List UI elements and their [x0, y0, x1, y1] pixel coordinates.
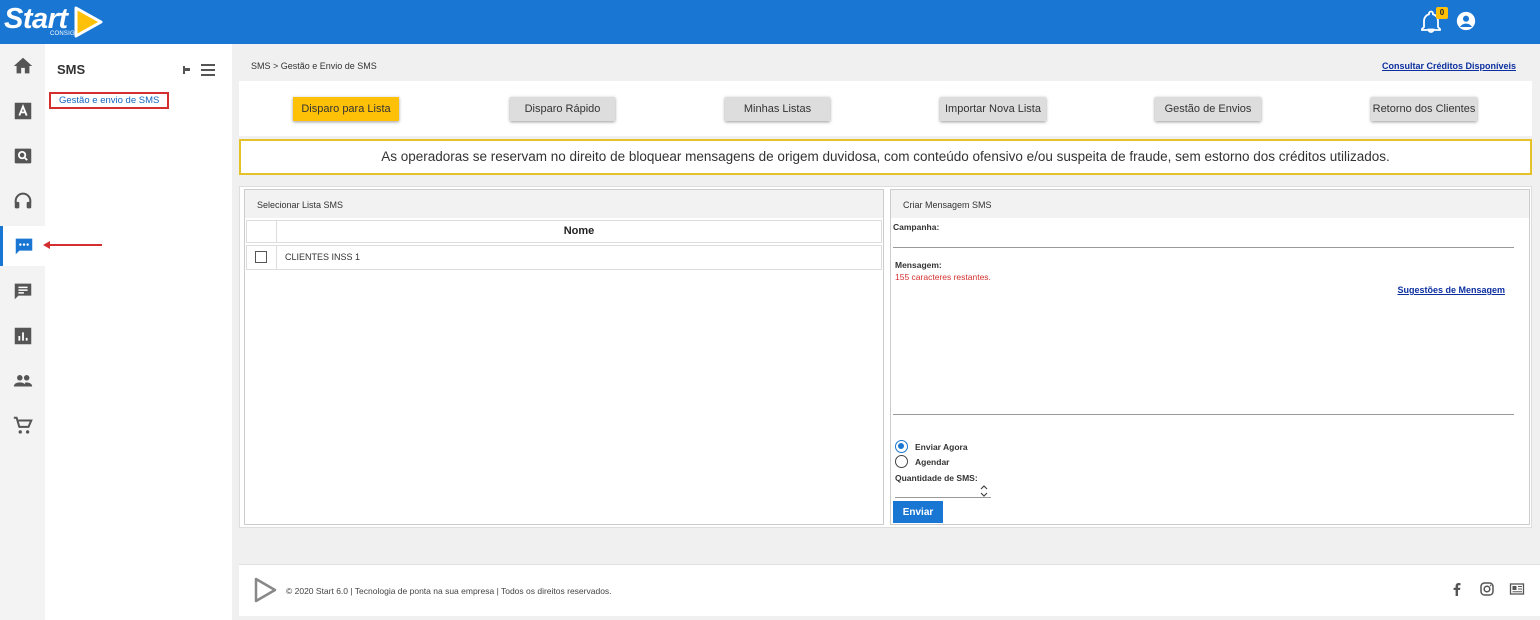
- main-content: SMS > Gestão e Envio de SMS Consultar Cr…: [232, 44, 1540, 620]
- rail-support[interactable]: [0, 181, 45, 221]
- warning-banner: As operadoras se reservam no direito de …: [239, 139, 1532, 175]
- logo-subtitle: CONSIG: [50, 31, 75, 37]
- cart-icon: [13, 416, 33, 434]
- message-icon: [14, 283, 31, 300]
- select-list-title: Selecionar Lista SMS: [245, 190, 883, 218]
- notification-badge: 0: [1436, 7, 1448, 19]
- sidebar-item-sms-management[interactable]: Gestão e envio de SMS: [49, 92, 170, 109]
- pin-icon[interactable]: [180, 64, 192, 76]
- start-logo[interactable]: Start CONSIG: [4, 2, 104, 42]
- sms-quantity-label: Quantidade de SMS:: [895, 473, 978, 483]
- chat-dots-icon: [15, 238, 33, 255]
- people-icon: [13, 375, 32, 387]
- search-icon: [14, 148, 31, 164]
- message-underline: [893, 414, 1514, 415]
- row-checkbox[interactable]: [255, 251, 267, 263]
- create-message-title: Criar Mensagem SMS: [891, 190, 1529, 218]
- message-label: Mensagem:: [895, 260, 942, 270]
- panels-container: Selecionar Lista SMS Nome CLIENTES INSS …: [239, 186, 1532, 528]
- message-textarea[interactable]: [893, 282, 1514, 413]
- rail-search[interactable]: [0, 136, 45, 176]
- select-list-panel: Selecionar Lista SMS Nome CLIENTES INSS …: [244, 189, 884, 525]
- rail-sms[interactable]: [0, 226, 45, 266]
- rail-home[interactable]: [0, 46, 45, 86]
- campaign-label: Campanha:: [893, 222, 940, 232]
- breadcrumb: SMS > Gestão e Envio de SMS: [251, 61, 377, 71]
- user-account-icon[interactable]: [1455, 10, 1477, 32]
- headset-icon: [14, 192, 31, 209]
- tab-disparo-para-lista[interactable]: Disparo para Lista: [293, 97, 399, 121]
- create-message-panel: Criar Mensagem SMS Campanha: Mensagem: 1…: [890, 189, 1530, 525]
- check-credits-link[interactable]: Consultar Créditos Disponíveis: [1382, 61, 1516, 71]
- send-now-radio[interactable]: [895, 440, 908, 453]
- top-bar: Start CONSIG 0: [0, 0, 1540, 44]
- font-icon: [14, 102, 31, 120]
- tab-disparo-rapido[interactable]: Disparo Rápido: [510, 97, 615, 121]
- chart-icon: [14, 327, 31, 345]
- header-checkbox-column: [247, 221, 277, 242]
- icon-rail: [0, 44, 45, 620]
- sms-quantity-input[interactable]: [895, 497, 991, 498]
- footer-logo-icon: [254, 577, 277, 603]
- rail-reports[interactable]: [0, 316, 45, 356]
- news-icon[interactable]: [1509, 581, 1525, 597]
- rail-people[interactable]: [0, 361, 45, 401]
- row-name: CLIENTES INSS 1: [285, 252, 361, 262]
- tab-gestao-de-envios[interactable]: Gestão de Envios: [1155, 97, 1261, 121]
- rail-font[interactable]: [0, 91, 45, 131]
- column-header-name[interactable]: Nome: [277, 221, 881, 242]
- table-row[interactable]: CLIENTES INSS 1: [246, 245, 882, 270]
- hamburger-menu-icon[interactable]: [200, 63, 216, 77]
- instagram-icon[interactable]: [1479, 581, 1495, 597]
- campaign-input[interactable]: [893, 247, 1514, 248]
- list-table-header: Nome: [246, 220, 882, 243]
- schedule-radio[interactable]: [895, 455, 908, 468]
- footer-copyright: © 2020 Start 6.0 | Tecnologia de ponta n…: [286, 586, 612, 596]
- tab-importar-nova-lista[interactable]: Importar Nova Lista: [940, 97, 1046, 121]
- send-button[interactable]: Enviar: [893, 501, 943, 523]
- tabs-bar: Disparo para Lista Disparo Rápido Minhas…: [239, 81, 1532, 136]
- tab-minhas-listas[interactable]: Minhas Listas: [725, 97, 830, 121]
- facebook-icon[interactable]: [1449, 581, 1465, 597]
- rail-messages[interactable]: [0, 271, 45, 311]
- chars-remaining: 155 caracteres restantes.: [895, 272, 991, 282]
- schedule-label: Agendar: [915, 457, 950, 467]
- footer: © 2020 Start 6.0 | Tecnologia de ponta n…: [239, 564, 1540, 616]
- rail-cart[interactable]: [0, 406, 45, 446]
- red-arrow-annotation: [43, 241, 102, 249]
- quantity-stepper-icon[interactable]: [979, 484, 989, 498]
- send-now-label: Enviar Agora: [915, 442, 968, 452]
- row-checkbox-cell: [247, 246, 277, 269]
- tab-retorno-dos-clientes[interactable]: Retorno dos Clientes: [1371, 97, 1477, 121]
- sidebar-title: SMS: [57, 62, 86, 77]
- breadcrumb-bar: SMS > Gestão e Envio de SMS Consultar Cr…: [239, 51, 1532, 81]
- sidebar-panel: SMS Gestão e envio de SMS: [45, 44, 232, 620]
- home-icon: [13, 57, 32, 74]
